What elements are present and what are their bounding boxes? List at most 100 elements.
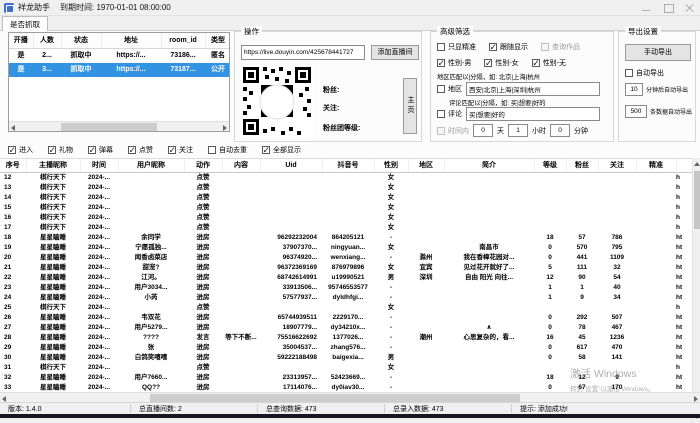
column-header[interactable]: 主播昵称 bbox=[26, 159, 80, 172]
table-row[interactable]: 31棋行天下2024-...点赞女h bbox=[0, 363, 692, 373]
checkbox-只显精准[interactable]: 只显精准 bbox=[437, 42, 476, 52]
column-header[interactable]: 动作 bbox=[184, 159, 222, 172]
tab-capture[interactable]: 是否抓取 bbox=[2, 16, 48, 31]
table-row[interactable]: 17棋行天下2024-...点赞女h bbox=[0, 223, 692, 233]
homepage-button[interactable]: 主页 bbox=[403, 78, 417, 134]
scrollbar-thumb[interactable] bbox=[694, 171, 700, 229]
checkbox-进入[interactable]: 进入 bbox=[8, 145, 33, 155]
auto-export-checkbox[interactable]: 自动导出 bbox=[625, 68, 664, 78]
column-header[interactable]: 粉丝 bbox=[566, 159, 598, 172]
cell: 进房 bbox=[184, 253, 222, 263]
scroll-up-icon[interactable] bbox=[694, 162, 700, 166]
export-minutes-input[interactable] bbox=[625, 83, 643, 96]
scrollbar-thumb[interactable] bbox=[150, 394, 520, 402]
cell: 0 bbox=[534, 353, 566, 363]
table-row[interactable]: 12棋行天下2024-...点赞女h bbox=[0, 172, 692, 183]
column-header[interactable]: 简介 bbox=[444, 159, 534, 172]
table-row[interactable]: 28星星瞌睡2024-...????发言等下不断...7551662269213… bbox=[0, 333, 692, 343]
table-row[interactable]: 13棋行天下2024-...点赞女h bbox=[0, 183, 692, 193]
main-table-vscrollbar[interactable] bbox=[692, 158, 700, 423]
table-row[interactable]: 20星星瞌睡2024-...闻香卤菜店进房96374920...wenxiang… bbox=[0, 253, 692, 263]
checkbox-性别-女[interactable]: 性别-女 bbox=[484, 58, 518, 68]
comment-input[interactable] bbox=[466, 107, 600, 121]
export-count-input[interactable] bbox=[625, 105, 647, 118]
operation-group-title: 操作 bbox=[241, 26, 262, 37]
region-filter-checkbox[interactable]: 地区 bbox=[437, 84, 462, 94]
minutes-input[interactable] bbox=[550, 124, 570, 137]
table-row[interactable]: 24星星瞌睡2024-...小芮进房57577937...dyldhfgi...… bbox=[0, 293, 692, 303]
cell bbox=[598, 213, 636, 223]
table-row[interactable]: 32星星瞌睡2024-...用户7660...进房23313957...5242… bbox=[0, 373, 692, 383]
column-header[interactable]: 地区 bbox=[408, 159, 444, 172]
manual-export-button[interactable]: 手动导出 bbox=[625, 44, 691, 61]
table-row[interactable]: 是2...抓取中https://...73186...匿名 bbox=[9, 48, 230, 63]
column-header[interactable]: 人数 bbox=[33, 33, 61, 48]
checkbox-box bbox=[541, 43, 549, 51]
checkbox-关注[interactable]: 关注 bbox=[168, 145, 193, 155]
column-header[interactable] bbox=[676, 159, 692, 172]
days-input[interactable] bbox=[473, 124, 493, 137]
column-header[interactable]: 精准 bbox=[636, 159, 676, 172]
table-row[interactable]: 14棋行天下2024-...点赞女h bbox=[0, 193, 692, 203]
hours-input[interactable] bbox=[508, 124, 528, 137]
checkbox-性别-无[interactable]: 性别-无 bbox=[532, 58, 566, 68]
checkbox-全部显示[interactable]: 全部显示 bbox=[262, 145, 301, 155]
room-table-hscrollbar[interactable] bbox=[9, 121, 229, 131]
table-row[interactable]: 16棋行天下2024-...点赞女h bbox=[0, 213, 692, 223]
maximize-icon[interactable] bbox=[662, 3, 674, 13]
table-row[interactable]: 是3...抓取中https://...73187...公开 bbox=[9, 63, 230, 77]
checkbox-礼物[interactable]: 礼物 bbox=[48, 145, 73, 155]
cell: 20 bbox=[0, 253, 26, 263]
region-input[interactable] bbox=[466, 82, 600, 96]
column-header[interactable]: 用户昵称 bbox=[118, 159, 184, 172]
table-row[interactable]: 21星星瞌睡2024-...甜宠?进房96372369169876979896女… bbox=[0, 263, 692, 273]
checkbox-点赞[interactable]: 点赞 bbox=[128, 145, 153, 155]
column-header[interactable]: 地址 bbox=[101, 33, 161, 48]
table-row[interactable]: 26星星瞌睡2024-...韦双花进房657449395112229170...… bbox=[0, 313, 692, 323]
checkbox-查询作品[interactable]: 查询作品 bbox=[541, 42, 580, 52]
table-row[interactable]: 18星星瞌睡2024-...余同学进房96292232004864205121-… bbox=[0, 233, 692, 243]
live-url-input[interactable] bbox=[241, 45, 365, 60]
cell: 2024-... bbox=[80, 273, 118, 283]
table-row[interactable]: 22星星瞌睡2024-...江河。进房68742614991u19990521男… bbox=[0, 273, 692, 283]
cell: 2024-... bbox=[80, 313, 118, 323]
scroll-left-icon[interactable] bbox=[11, 125, 15, 131]
column-header[interactable]: 序号 bbox=[0, 159, 26, 172]
column-header[interactable]: 时间 bbox=[80, 159, 118, 172]
table-row[interactable]: 33星星瞌睡2024-...QQ??进房17114076...dy0iav30.… bbox=[0, 383, 692, 393]
checkbox-弹幕[interactable]: 弹幕 bbox=[88, 145, 113, 155]
cell: 0 bbox=[534, 383, 566, 393]
cell: 18907779... bbox=[260, 323, 322, 333]
checkbox-跟随显示[interactable]: 跟随显示 bbox=[489, 42, 528, 52]
checkbox-性别-男[interactable]: 性别-男 bbox=[437, 58, 471, 68]
main-table-hscrollbar[interactable] bbox=[0, 392, 700, 402]
cell bbox=[444, 172, 534, 183]
close-icon[interactable] bbox=[684, 3, 696, 13]
column-header[interactable]: room_id bbox=[161, 33, 205, 48]
column-header[interactable]: 等级 bbox=[534, 159, 566, 172]
column-header[interactable]: 类型 bbox=[205, 33, 230, 48]
table-row[interactable]: 15棋行天下2024-...点赞女h bbox=[0, 203, 692, 213]
column-header[interactable]: 开播 bbox=[9, 33, 33, 48]
column-header[interactable]: Uid bbox=[260, 159, 322, 172]
minimize-icon[interactable] bbox=[640, 3, 652, 13]
table-row[interactable]: 19星星瞌睡2024-...宁愿孤独...进房37907370...ningyu… bbox=[0, 243, 692, 253]
column-header[interactable]: 性别 bbox=[374, 159, 408, 172]
table-row[interactable]: 30星星瞌睡2024-...白鸽笑嘻嘻进房59222188498baigexia… bbox=[0, 353, 692, 363]
add-room-button[interactable]: 添加直播间 bbox=[371, 45, 419, 60]
table-row[interactable]: 27星星瞌睡2024-...用户5279...进房18907779...dy34… bbox=[0, 323, 692, 333]
checkbox-自动去重[interactable]: 自动去重 bbox=[208, 145, 247, 155]
table-row[interactable]: 23星星瞌睡2024-...用户3034...进房33913506...9574… bbox=[0, 283, 692, 293]
time-filter-checkbox[interactable]: 时间内 bbox=[437, 126, 469, 136]
scroll-right-icon[interactable] bbox=[223, 125, 227, 131]
column-header[interactable]: 抖音号 bbox=[322, 159, 374, 172]
table-row[interactable]: 25棋行天下2024-...点赞女h bbox=[0, 303, 692, 313]
column-header[interactable]: 状态 bbox=[61, 33, 101, 48]
cell: 1 bbox=[534, 283, 566, 293]
cell bbox=[222, 313, 260, 323]
column-header[interactable]: 关注 bbox=[598, 159, 636, 172]
scrollbar-thumb[interactable] bbox=[61, 123, 157, 131]
column-header[interactable]: 内容 bbox=[222, 159, 260, 172]
table-row[interactable]: 29星星瞌睡2024-...张进房35004537...zhang576...-… bbox=[0, 343, 692, 353]
comment-filter-checkbox[interactable]: 评论 bbox=[437, 109, 462, 119]
